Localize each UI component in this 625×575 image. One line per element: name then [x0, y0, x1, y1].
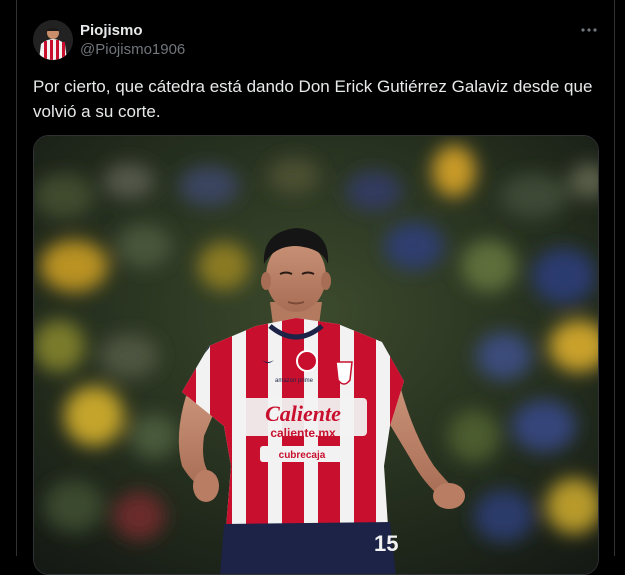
author-avatar[interactable]: [33, 20, 73, 60]
more-options-button[interactable]: [579, 20, 599, 40]
jersey-sponsor-text: Caliente: [265, 401, 341, 426]
jersey-sponsor-url: caliente.mx: [270, 426, 336, 440]
tweet-card[interactable]: Piojismo @Piojismo1906 Por cierto, que c…: [16, 0, 615, 575]
shorts-number: 15: [374, 531, 398, 556]
jersey-chest-text: amazon prime: [275, 378, 314, 384]
author-display-name[interactable]: Piojismo: [80, 22, 143, 40]
jersey-lower-text: cubrecaja: [279, 450, 326, 461]
player-avatar-icon: [33, 20, 73, 60]
ellipsis-icon: [581, 28, 597, 32]
tweet-photo[interactable]: Caliente caliente.mx amazon prime cubrec…: [33, 135, 599, 575]
player-photo: Caliente caliente.mx amazon prime cubrec…: [34, 136, 598, 574]
tweet-text: Por cierto, que cátedra está dando Don E…: [33, 77, 593, 121]
author-handle[interactable]: @Piojismo1906: [80, 41, 185, 59]
